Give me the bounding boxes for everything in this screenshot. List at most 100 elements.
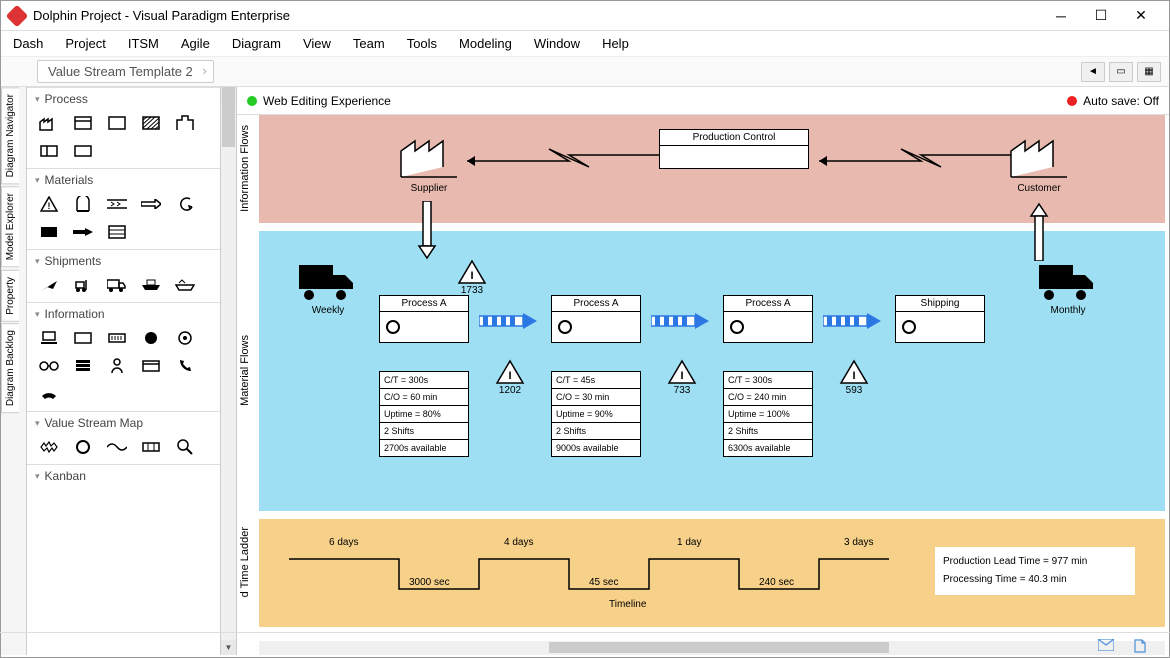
push-arrow-3[interactable]: [823, 311, 883, 331]
breadcrumb[interactable]: Value Stream Template 2: [37, 60, 214, 83]
hatched-box-icon[interactable]: [141, 114, 161, 132]
menu-dash[interactable]: Dash: [13, 36, 43, 51]
person-icon[interactable]: [107, 357, 127, 375]
info-arrow-left[interactable]: [459, 145, 659, 171]
phone-icon[interactable]: [175, 357, 195, 375]
inventory-4[interactable]: I 593: [839, 359, 869, 396]
timeline-summary-box[interactable]: Production Lead Time = 977 min Processin…: [935, 547, 1135, 595]
palette-header-information[interactable]: Information: [27, 303, 236, 325]
up-arrow-customer[interactable]: [1029, 201, 1049, 261]
menu-team[interactable]: Team: [353, 36, 385, 51]
forklift-icon[interactable]: [73, 276, 93, 294]
maximize-button[interactable]: ☐: [1081, 2, 1121, 30]
data-box-1[interactable]: C/T = 300s C/O = 60 min Uptime = 80% 2 S…: [379, 371, 469, 457]
card-icon[interactable]: [141, 357, 161, 375]
main-area: Diagram Navigator Model Explorer Propert…: [1, 87, 1169, 655]
push-arrow-2[interactable]: [651, 311, 711, 331]
operator-icon[interactable]: [73, 438, 93, 456]
document-icon[interactable]: [1134, 639, 1150, 653]
supermarket-icon[interactable]: [39, 223, 59, 241]
toolbar-icon-3[interactable]: ▦: [1137, 62, 1161, 82]
toolbar-icon-2[interactable]: ▭: [1109, 62, 1133, 82]
process-box-shipping[interactable]: Shipping: [895, 295, 985, 343]
palette-header-kanban[interactable]: Kanban: [27, 465, 236, 487]
laptop-icon[interactable]: [39, 329, 59, 347]
palette-header-shipments[interactable]: Shipments: [27, 250, 236, 272]
toolbar-icon-1[interactable]: ◄: [1081, 62, 1105, 82]
stack-icon[interactable]: [73, 357, 93, 375]
canvas-status-bar: Web Editing Experience Auto save: Off: [237, 87, 1169, 115]
production-control-box[interactable]: Production Control: [659, 129, 809, 169]
outside-source-icon[interactable]: [175, 114, 195, 132]
plane-icon[interactable]: [39, 276, 59, 294]
ship-icon[interactable]: [141, 276, 161, 294]
process-box-2[interactable]: Process A: [551, 295, 641, 343]
timeline-caption: Timeline: [609, 599, 646, 610]
inventory-icon[interactable]: !: [39, 195, 59, 213]
menu-diagram[interactable]: Diagram: [232, 36, 281, 51]
mail-icon[interactable]: [1098, 639, 1114, 653]
tab-diagram-navigator[interactable]: Diagram Navigator: [1, 87, 19, 184]
tab-diagram-backlog[interactable]: Diagram Backlog: [1, 323, 19, 413]
process-box-1[interactable]: Process A: [379, 295, 469, 343]
process-box-3[interactable]: Process A: [723, 295, 813, 343]
wave-icon[interactable]: [107, 438, 127, 456]
supplier-factory[interactable]: [399, 137, 459, 179]
menu-itsm[interactable]: ITSM: [128, 36, 159, 51]
glasses-icon[interactable]: [39, 357, 59, 375]
tab-property[interactable]: Property: [1, 270, 19, 322]
process-icon[interactable]: [73, 114, 93, 132]
dot-filled-icon[interactable]: [141, 329, 161, 347]
load-leveling-icon[interactable]: [141, 438, 161, 456]
blank-box2-icon[interactable]: [73, 142, 93, 160]
connector-icon[interactable]: [73, 223, 93, 241]
ladder-bot-3: 240 sec: [759, 577, 794, 588]
palette-scroll-thumb[interactable]: [222, 87, 235, 147]
diagram-canvas[interactable]: Information Flows Material Flows d Time …: [237, 115, 1169, 655]
lane-lead-time-ladder: 6 days 4 days 1 day 3 days 3000 sec 45 s…: [259, 519, 1165, 627]
data-box-2[interactable]: C/T = 45s C/O = 30 min Uptime = 90% 2 Sh…: [551, 371, 641, 457]
palette-header-vsm[interactable]: Value Stream Map: [27, 412, 236, 434]
minimize-button[interactable]: ─: [1041, 2, 1081, 30]
menu-tools[interactable]: Tools: [407, 36, 437, 51]
customer-factory[interactable]: [1009, 137, 1069, 179]
tab-model-explorer[interactable]: Model Explorer: [1, 186, 19, 267]
safety-stock-icon[interactable]: [73, 195, 93, 213]
rows-icon[interactable]: [107, 223, 127, 241]
boat-icon[interactable]: [175, 276, 195, 294]
rect-icon[interactable]: [73, 329, 93, 347]
fifo-lane-icon[interactable]: [107, 195, 127, 213]
close-button[interactable]: ✕: [1121, 2, 1161, 30]
push-arrow-icon[interactable]: [141, 195, 161, 213]
menu-window[interactable]: Window: [534, 36, 580, 51]
info-arrow-right[interactable]: [811, 145, 1011, 171]
palette-header-process[interactable]: Process: [27, 88, 236, 110]
inventory-1[interactable]: I 1733: [457, 259, 487, 296]
phone2-icon[interactable]: [39, 385, 59, 403]
palette-header-materials[interactable]: Materials: [27, 169, 236, 191]
truck-outbound[interactable]: [1039, 261, 1095, 301]
data-cell-icon[interactable]: [39, 142, 59, 160]
truck-icon[interactable]: [107, 276, 127, 294]
kaizen-burst-icon[interactable]: [39, 438, 59, 456]
menu-agile[interactable]: Agile: [181, 36, 210, 51]
blank-box-icon[interactable]: [107, 114, 127, 132]
menu-modeling[interactable]: Modeling: [459, 36, 512, 51]
palette-scrollbar[interactable]: ▲ ▼: [220, 87, 236, 655]
menu-project[interactable]: Project: [65, 36, 105, 51]
factory-icon[interactable]: [39, 114, 59, 132]
push-arrow-1[interactable]: [479, 311, 539, 331]
down-arrow-supplier[interactable]: [417, 201, 437, 261]
status-dot-green-icon: [247, 96, 257, 106]
withdrawal-loop-icon[interactable]: [175, 195, 195, 213]
data-box-3[interactable]: C/T = 300s C/O = 240 min Uptime = 100% 2…: [723, 371, 813, 457]
menu-help[interactable]: Help: [602, 36, 629, 51]
keyboard-icon[interactable]: [107, 329, 127, 347]
inventory-2[interactable]: I 1202: [495, 359, 525, 396]
menu-view[interactable]: View: [303, 36, 331, 51]
dot-outline-icon[interactable]: [175, 329, 195, 347]
ladder-top-1: 6 days: [329, 537, 358, 548]
truck-inbound[interactable]: [299, 261, 355, 301]
inventory-3[interactable]: I 733: [667, 359, 697, 396]
go-see-icon[interactable]: [175, 438, 195, 456]
